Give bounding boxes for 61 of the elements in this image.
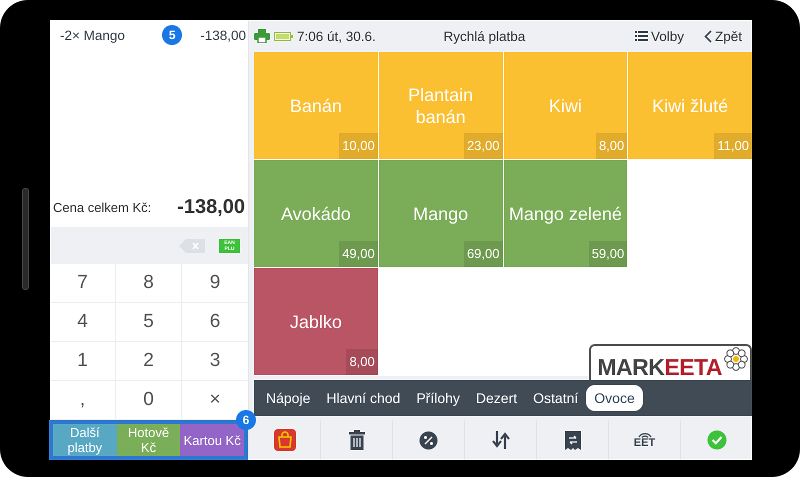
category-tab[interactable]: Přílohy <box>408 385 468 411</box>
battery-icon <box>274 32 293 40</box>
keypad-key[interactable]: 4 <box>50 303 116 342</box>
printer-icon[interactable] <box>254 29 270 43</box>
product-name: Avokádo <box>281 202 351 224</box>
category-tab[interactable]: Ostatní <box>525 385 586 411</box>
payment-button[interactable]: Kartou Kč <box>180 424 244 456</box>
product-price: 8,00 <box>346 349 378 375</box>
receipt-icon <box>564 430 580 450</box>
product-price: 69,00 <box>464 241 502 267</box>
check-button[interactable] <box>706 430 726 450</box>
options-button[interactable]: Volby <box>630 28 688 44</box>
discount-icon <box>419 430 438 450</box>
total-label: Cena celkem Kč: <box>53 200 152 214</box>
shopping-bag-icon <box>274 429 296 451</box>
product-tile[interactable]: Jablko 8,00 <box>254 268 378 376</box>
trash-icon <box>348 430 364 450</box>
shopping-bag-button[interactable] <box>274 429 296 451</box>
keypad-key[interactable]: 2 <box>116 342 182 381</box>
product-price: 23,00 <box>464 133 502 159</box>
product-price: 11,00 <box>714 133 752 159</box>
chevron-left-icon <box>704 30 712 42</box>
product-name: Mango <box>413 202 468 224</box>
category-tab[interactable]: Dezert <box>468 385 526 411</box>
product-price: 10,00 <box>339 133 378 159</box>
total-amount: -138,00 <box>177 196 245 218</box>
category-tab[interactable]: Hlavní chod <box>318 385 408 411</box>
keypad-key[interactable]: , <box>50 381 116 420</box>
order-line[interactable]: -2× Mango 5 -138,00 <box>50 20 248 50</box>
clock-text: 7:06 út, 30.6. <box>297 28 376 44</box>
item-amount: -138,00 <box>200 28 246 42</box>
product-name: Kiwi <box>548 94 582 116</box>
receipt-button[interactable] <box>564 430 580 450</box>
screen-title: Rychlá platba <box>442 28 526 44</box>
product-price: 49,00 <box>339 241 378 267</box>
sort-arrows-button[interactable] <box>492 431 510 449</box>
item-name: -2× Mango <box>60 28 126 42</box>
check-icon <box>706 430 726 450</box>
trash-button[interactable] <box>348 430 364 450</box>
sort-arrows-icon <box>492 431 510 449</box>
keypad-key[interactable]: 5 <box>116 303 182 342</box>
keypad-key[interactable]: 8 <box>116 264 182 303</box>
keypad-key[interactable]: 0 <box>116 381 182 420</box>
product-name: Kiwi žluté <box>652 94 728 116</box>
markeeta-logo: MARKEETA <box>589 344 752 380</box>
product-name: Jablko <box>290 310 342 332</box>
keypad-key[interactable]: 1 <box>50 342 116 381</box>
category-tab[interactable]: Ovoce <box>586 385 643 411</box>
product-name: Banán <box>290 94 342 116</box>
discount-button[interactable] <box>419 430 438 450</box>
product-price: 59,00 <box>588 241 628 267</box>
keypad-key[interactable]: 7 <box>50 264 116 303</box>
count-badge: 5 <box>162 25 182 45</box>
signal-waves-icon <box>638 432 652 438</box>
eet-button[interactable]: EET <box>634 432 656 448</box>
list-icon <box>634 31 648 41</box>
back-button[interactable]: Zpět <box>700 28 746 44</box>
category-tab[interactable]: Nápoje <box>258 385 318 411</box>
product-name: Plantain banán <box>407 84 474 128</box>
product-name: Mango zelené <box>508 202 622 224</box>
product-price: 8,00 <box>596 133 628 159</box>
